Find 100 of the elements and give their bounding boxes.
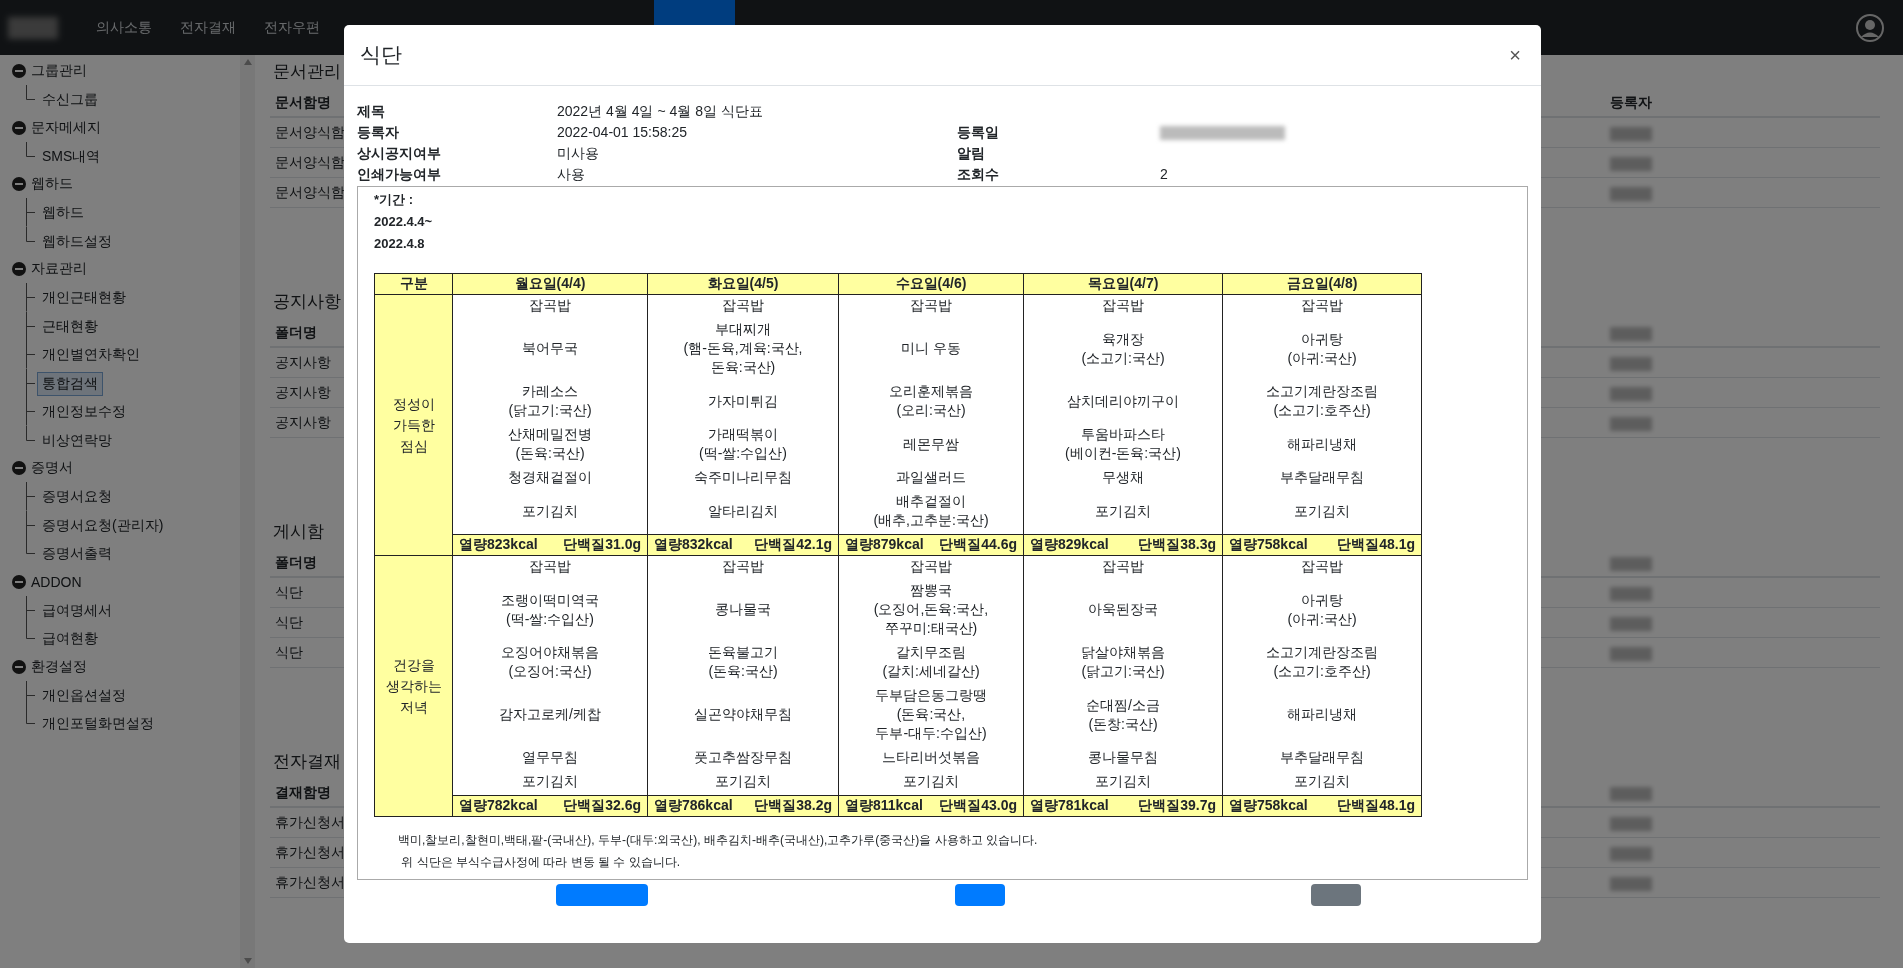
minus-circle-icon[interactable] <box>12 659 26 674</box>
tree-item[interactable]: 웹하드 <box>37 201 89 225</box>
table-cell: 미니 우동 <box>838 319 1024 381</box>
column-header: 월요일(4/4) <box>452 273 648 295</box>
table-cell: 북어무국 <box>452 319 648 381</box>
table-cell: 풋고추쌈장무침 <box>647 747 839 771</box>
tree-line-icon <box>26 141 35 157</box>
column-header: 등록자 <box>1610 93 1652 110</box>
table-cell: 해파리냉채 <box>1222 685 1422 747</box>
table-cell: 느타리버섯볶음 <box>838 747 1024 771</box>
table-cell: 갈치무조림 (갈치:세네갈산) <box>838 642 1024 685</box>
tree-item[interactable]: 수신그룹 <box>37 88 103 112</box>
nav-item[interactable]: 의사소통 <box>82 18 166 37</box>
tree-item[interactable]: 개인근태현황 <box>37 286 131 310</box>
tree-group-label[interactable]: 문자메세지 <box>31 118 101 137</box>
table-cell: 가자미튀김 <box>647 381 839 424</box>
table-cell: 육개장 (소고기:국산) <box>1023 319 1223 381</box>
table-cell: 식단 <box>275 583 303 602</box>
calorie-total: 열량832kcal <box>654 536 733 554</box>
tree-group-label[interactable]: ADDON <box>31 573 82 590</box>
user-icon[interactable] <box>1855 13 1885 43</box>
column-header: 폴더명 <box>275 323 317 342</box>
nav-item[interactable]: 전자결재 <box>166 18 250 37</box>
table-cell: 부대찌개 (햄-돈육,계육:국산, 돈육:국산) <box>647 319 839 381</box>
table-cell: 문서양식함 <box>275 153 345 172</box>
field-value: 2022-04-01 15:58:25 <box>557 124 687 140</box>
column-header: 구분 <box>374 273 453 295</box>
table-cell: 식단 <box>275 613 303 632</box>
table-cell: 휴가신청서 <box>275 813 345 832</box>
redacted-text <box>1610 786 1652 801</box>
nav-item[interactable]: 전자우편 <box>250 18 334 37</box>
tree-line-icon <box>26 482 35 511</box>
table-cell: 조랭이떡미역국 (떡-쌀:수입산) <box>452 580 648 642</box>
table-cell: 문서양식함 <box>275 123 345 142</box>
column-header: 수요일(4/6) <box>838 273 1024 295</box>
table-cell: 아귀탕 (아귀:국산) <box>1222 580 1422 642</box>
minus-circle-icon[interactable] <box>12 120 26 135</box>
table-cell: 잡곡밥 <box>838 294 1024 319</box>
redacted-text <box>1610 326 1652 341</box>
column-header: 화요일(4/5) <box>647 273 839 295</box>
protein-total: 단백질43.0g <box>939 797 1017 815</box>
table-cell: 잡곡밥 <box>1023 294 1223 319</box>
table-cell: 콩나물무침 <box>1023 747 1223 771</box>
tree-line-icon <box>26 368 35 397</box>
protein-total: 단백질44.6g <box>939 536 1017 554</box>
tree-item[interactable]: 증명서요청 <box>37 485 117 509</box>
table-cell: 짬뽕국 (오징어,돈육:국산, 쭈꾸미:태국산) <box>838 580 1024 642</box>
minus-circle-icon[interactable] <box>12 461 26 475</box>
table-cell: 아귀탕 (아귀:국산) <box>1222 319 1422 381</box>
tree-item[interactable]: 근태현황 <box>37 314 103 339</box>
protein-total: 단백질32.6g <box>563 797 641 815</box>
tree-item[interactable]: 비상연락망 <box>37 428 117 453</box>
table-cell: 문서양식함 <box>275 183 345 202</box>
protein-total: 단백질42.1g <box>754 536 832 554</box>
table-cell: 식단 <box>275 643 303 662</box>
calorie-total: 열량786kcal <box>654 797 733 815</box>
table-cell: 아욱된장국 <box>1023 580 1223 642</box>
calorie-total: 열량829kcal <box>1030 536 1109 554</box>
tree-group-label[interactable]: 환경설정 <box>31 657 87 676</box>
table-cell: 오리훈제볶음 (오리:국산) <box>838 381 1024 424</box>
section-title: 게시함 <box>272 521 324 543</box>
table-cell: 감자고로케/케찹 <box>452 685 648 747</box>
tree-group-label[interactable]: 그룹관리 <box>31 62 87 80</box>
table-cell: 잡곡밥 <box>838 555 1024 580</box>
minus-circle-icon[interactable] <box>12 177 26 191</box>
table-cell: 산채메밀전병 (돈육:국산) <box>452 424 648 467</box>
tree-item[interactable]: 개인별연차확인 <box>37 343 145 367</box>
field-label: 상시공지여부 <box>357 145 441 161</box>
table-cell: 해파리냉채 <box>1222 424 1422 467</box>
minus-circle-icon[interactable] <box>12 262 26 276</box>
tree-group-label[interactable]: 웹하드 <box>31 175 73 193</box>
table-cell: 무생채 <box>1023 467 1223 491</box>
tree-item[interactable]: 통합검색 <box>37 371 103 396</box>
tree-group-label[interactable]: 자료관리 <box>31 260 87 278</box>
minus-circle-icon[interactable] <box>12 64 26 78</box>
tree-line-icon <box>26 283 35 312</box>
column-header: 폴더명 <box>275 553 317 572</box>
tree-group-label[interactable]: 증명서 <box>31 459 73 477</box>
tree-item[interactable]: 웹하드설정 <box>37 229 117 254</box>
period-text: 2022.4.8 <box>374 236 425 251</box>
minus-circle-icon[interactable] <box>12 574 26 589</box>
table-cell: 부추달래무침 <box>1222 747 1422 771</box>
tree-item[interactable]: SMS내역 <box>37 144 106 169</box>
tree-item[interactable]: 개인정보수정 <box>37 400 131 424</box>
table-cell: 콩나물국 <box>647 580 839 642</box>
meal-label: 건강을 생각하는 저녁 <box>374 555 453 817</box>
field-value: 사용 <box>557 166 585 182</box>
tree-item[interactable]: 개인포털화면설정 <box>37 712 159 736</box>
tree-item[interactable]: 증명서요청(관리자) <box>37 513 169 538</box>
field-label: 등록자 <box>357 124 399 140</box>
tree-item[interactable]: 급여명세서 <box>37 598 117 623</box>
tree-item[interactable]: 증명서출력 <box>37 542 117 566</box>
calorie-total: 열량823kcal <box>459 536 538 554</box>
tree-item[interactable]: 개인옵션설정 <box>37 683 131 708</box>
redacted-text <box>1610 556 1652 571</box>
table-cell: 순대찜/소금 (돈창:국산) <box>1023 685 1223 747</box>
table-cell: 잡곡밥 <box>1023 555 1223 580</box>
close-button[interactable]: × <box>1505 43 1525 67</box>
tree-item[interactable]: 급여현황 <box>37 627 103 651</box>
field-value: 미사용 <box>557 145 599 161</box>
